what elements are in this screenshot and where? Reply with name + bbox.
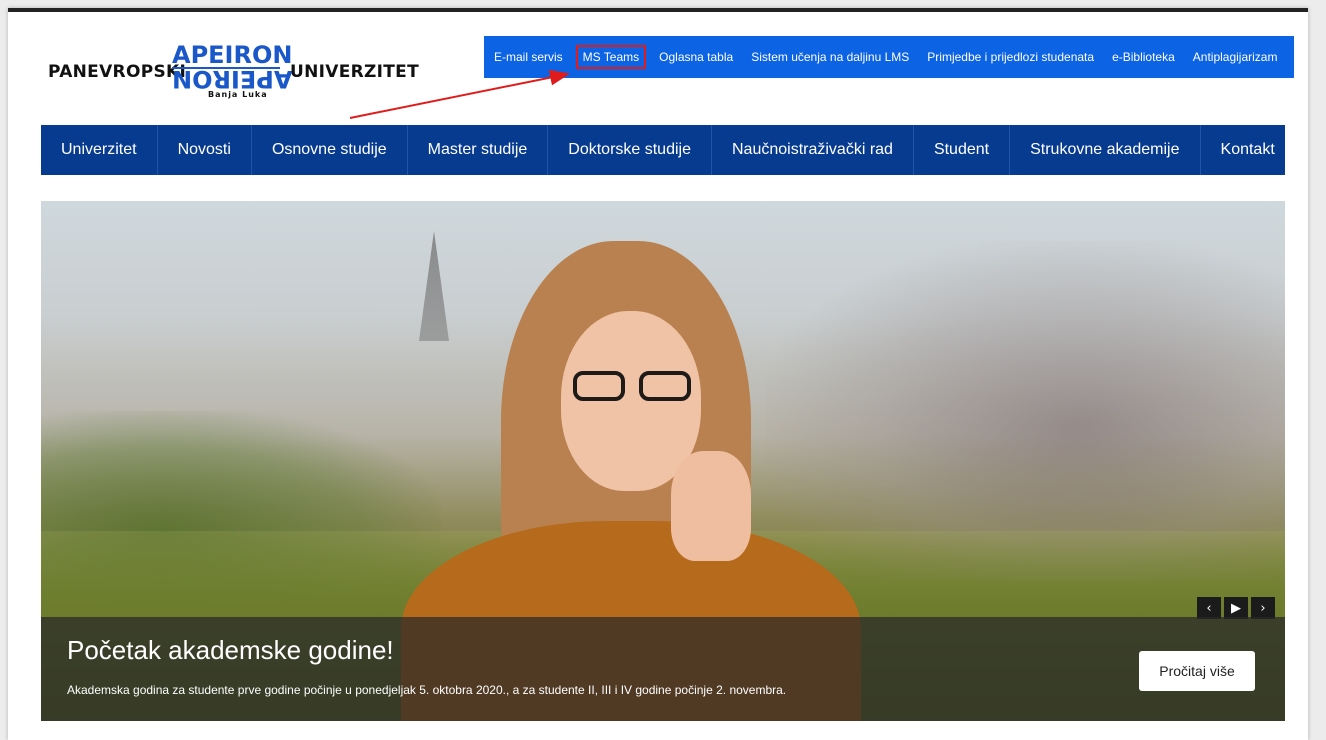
util-link-oglasna-tabla[interactable]: Oglasna tabla [659,50,733,64]
chevron-right-icon[interactable]: › [1251,597,1275,619]
apeiron-mirrored-text: APEIRON [172,65,293,93]
slide-text: Akademska godina za studente prve godine… [67,683,787,697]
util-link-antiplagijarizam[interactable]: Antiplagijarizam [1193,50,1278,64]
logo-subtitle: Banja Luka [208,90,268,99]
nav-master-studije[interactable]: Master studije [408,125,549,175]
util-link-email[interactable]: E-mail servis [494,50,563,64]
util-link-e-biblioteka[interactable]: e-Biblioteka [1112,50,1175,64]
logo-right-word: UNIVERZITET [290,62,419,82]
logo-left-word: PANEVROPSKI [48,62,187,82]
photo-hand [671,451,751,561]
chevron-left-icon[interactable]: ‹ [1197,597,1221,619]
play-icon[interactable]: ▶ [1224,597,1248,619]
read-more-button[interactable]: Pročitaj više [1139,651,1255,691]
nav-osnovne-studije[interactable]: Osnovne studije [252,125,408,175]
photo-glasses [573,371,693,401]
util-link-primjedbe[interactable]: Primjedbe i prijedlozi studenata [927,50,1094,64]
nav-doktorske-studije[interactable]: Doktorske studije [548,125,712,175]
slide-caption: Početak akademske godine! Akademska godi… [41,617,1285,721]
util-link-ms-teams[interactable]: MS Teams [575,45,647,69]
university-logo[interactable]: PANEVROPSKI APEIRON APEIRON Banja Luka U… [48,42,419,102]
nav-kontakt[interactable]: Kontakt [1201,125,1295,175]
apeiron-emblem: APEIRON APEIRON Banja Luka [172,42,292,102]
nav-naucnoistrazivacki-rad[interactable]: Naučnoistraživački rad [712,125,914,175]
utility-nav: E-mail servis MS Teams Oglasna tabla Sis… [484,36,1294,78]
main-nav: Univerzitet Novosti Osnovne studije Mast… [41,125,1285,175]
slider-controls: ‹ ▶ › [1197,597,1275,619]
hero-slider: ‹ ▶ › Početak akademske godine! Akademsk… [41,201,1285,721]
nav-strukovne-akademije[interactable]: Strukovne akademije [1010,125,1201,175]
slide-title: Početak akademske godine! [67,635,394,665]
nav-novosti[interactable]: Novosti [158,125,252,175]
browser-page: PANEVROPSKI APEIRON APEIRON Banja Luka U… [8,8,1308,740]
nav-univerzitet[interactable]: Univerzitet [41,125,158,175]
nav-student[interactable]: Student [914,125,1011,175]
util-link-lms[interactable]: Sistem učenja na daljinu LMS [751,50,909,64]
